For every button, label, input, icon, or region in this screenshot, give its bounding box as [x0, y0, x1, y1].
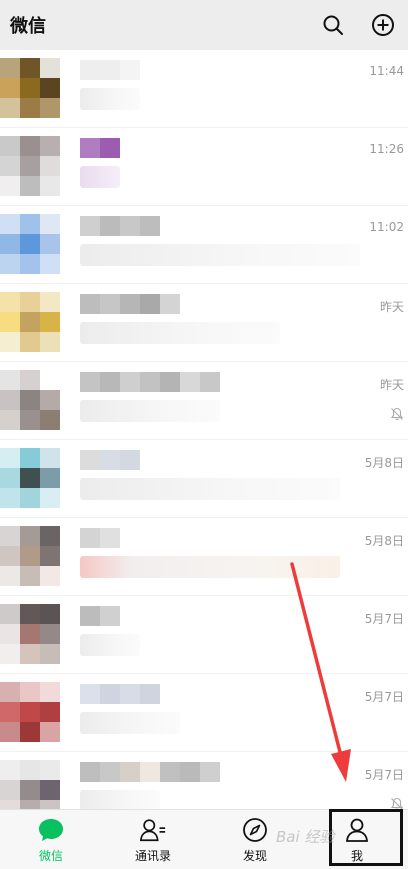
contacts-icon	[139, 816, 167, 844]
contact-name-blurred	[80, 372, 220, 392]
contact-name-blurred	[80, 684, 160, 704]
mute-bell-icon	[390, 796, 404, 809]
chat-item[interactable]: 5月7日	[0, 752, 408, 809]
avatar	[0, 682, 60, 742]
chat-item[interactable]: 昨天	[0, 362, 408, 440]
message-preview-blurred	[80, 478, 340, 500]
chat-time: 5月8日	[364, 456, 404, 470]
chat-item[interactable]: 5月7日	[0, 596, 408, 674]
chat-bubble-icon	[37, 816, 65, 844]
avatar	[0, 58, 60, 118]
message-preview-blurred	[80, 88, 140, 110]
chat-item[interactable]: 5月8日	[0, 440, 408, 518]
contact-name-blurred	[80, 528, 120, 548]
chat-item[interactable]: 5月7日	[0, 674, 408, 752]
tab-label: 通讯录	[134, 848, 171, 863]
chat-list[interactable]: 11:44 11:26 11:02 昨天 昨天 5月8日 5月8日 5月7日 5…	[0, 50, 408, 809]
avatar	[0, 448, 60, 508]
contact-name-blurred	[80, 216, 160, 236]
chat-item[interactable]: 昨天	[0, 284, 408, 362]
tab-contacts[interactable]: 通讯录	[102, 810, 204, 869]
highlight-box	[329, 809, 403, 866]
chat-time: 5月7日	[364, 768, 404, 782]
chat-time: 5月7日	[364, 612, 404, 626]
avatar	[0, 214, 60, 274]
message-preview-blurred	[80, 556, 340, 578]
top-bar: 微信	[0, 0, 408, 50]
avatar	[0, 292, 60, 352]
contact-name-blurred	[80, 138, 120, 158]
chat-time: 5月8日	[364, 534, 404, 548]
chat-time: 11:26	[369, 142, 404, 156]
message-preview-blurred	[80, 400, 220, 422]
compass-icon	[241, 816, 269, 844]
contact-name-blurred	[80, 606, 120, 626]
message-preview-blurred	[80, 712, 180, 734]
tab-chats[interactable]: 微信	[0, 810, 102, 869]
plus-circle-icon[interactable]	[370, 12, 396, 38]
chat-time: 11:02	[369, 220, 404, 234]
avatar	[0, 526, 60, 586]
message-preview-blurred	[80, 322, 280, 344]
chat-time: 5月7日	[364, 690, 404, 704]
watermark: Bai 经验	[276, 828, 335, 846]
contact-name-blurred	[80, 60, 140, 80]
message-preview-blurred	[80, 634, 140, 656]
search-icon[interactable]	[320, 12, 346, 38]
message-preview-blurred	[80, 166, 120, 188]
contact-name-blurred	[80, 450, 140, 470]
tab-label: 发现	[242, 848, 267, 863]
message-preview-blurred	[80, 790, 160, 809]
avatar	[0, 604, 60, 664]
chat-item[interactable]: 11:02	[0, 206, 408, 284]
avatar	[0, 760, 60, 809]
avatar	[0, 136, 60, 196]
chat-item[interactable]: 5月8日	[0, 518, 408, 596]
contact-name-blurred	[80, 294, 180, 314]
page-title: 微信	[10, 16, 46, 37]
chat-item[interactable]: 11:26	[0, 128, 408, 206]
chat-time: 昨天	[379, 378, 404, 392]
chat-item[interactable]: 11:44	[0, 50, 408, 128]
avatar	[0, 370, 60, 430]
message-preview-blurred	[80, 244, 360, 266]
tab-label: 微信	[38, 848, 63, 863]
mute-bell-icon	[390, 406, 404, 421]
chat-time: 11:44	[369, 64, 404, 78]
chat-time: 昨天	[379, 300, 404, 314]
contact-name-blurred	[80, 762, 220, 782]
